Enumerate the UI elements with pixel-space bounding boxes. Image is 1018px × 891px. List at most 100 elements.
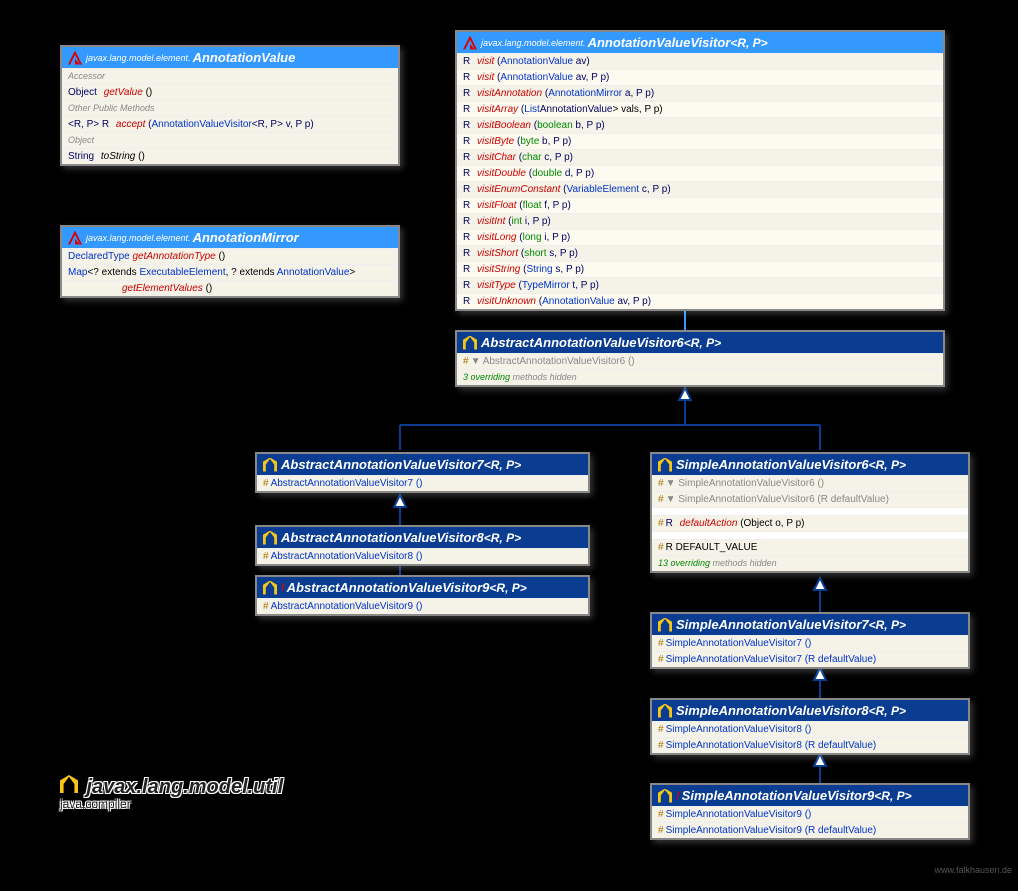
- ctor2: #▼ SimpleAnnotationValueVisitor6 (R defa…: [652, 491, 968, 507]
- method-visit: R visit (AnnotationValue av, P p): [457, 69, 943, 85]
- method-visitunknown: R visitUnknown (AnnotationValue av, P p): [457, 293, 943, 309]
- generic-params: <R, P>: [869, 704, 906, 718]
- method-getvalue: Object getValue (): [62, 84, 398, 100]
- generic-params: <R, P>: [869, 458, 906, 472]
- class-icon: [658, 618, 672, 632]
- method-visitbyte: R visitByte (byte b, P p): [457, 133, 943, 149]
- class-name: AnnotationMirror: [193, 230, 299, 245]
- ctor: #▼ AbstractAnnotationValueVisitor6 (): [457, 353, 943, 369]
- method-visitenumconstant: R visitEnumConstant (VariableElement c, …: [457, 181, 943, 197]
- new-marker: !: [281, 582, 285, 594]
- header: AbstractAnnotationValueVisitor7 <R, P>: [257, 454, 588, 475]
- header: javax.lang.model.element. AnnotationValu…: [457, 32, 943, 53]
- package-title: javax.lang.model.util java.compiler: [60, 775, 283, 811]
- method-getelementvalues: Map<? extends ExecutableElement, ? exten…: [62, 264, 398, 280]
- class-icon: [463, 336, 477, 350]
- class-aavv8: AbstractAnnotationValueVisitor8 <R, P> #…: [255, 525, 590, 566]
- ctor2: #SimpleAnnotationValueVisitor8 (R defaul…: [652, 737, 968, 753]
- spacer: [652, 531, 968, 539]
- ctor: #AbstractAnnotationValueVisitor9 (): [257, 598, 588, 614]
- ctor1: #SimpleAnnotationValueVisitor9 (): [652, 806, 968, 822]
- section-accessor: Accessor: [62, 68, 398, 84]
- header: SimpleAnnotationValueVisitor6 <R, P>: [652, 454, 968, 475]
- class-aavv9: ! AbstractAnnotationValueVisitor9 <R, P>…: [255, 575, 590, 616]
- class-name: SimpleAnnotationValueVisitor6: [676, 457, 869, 472]
- section-object: Object: [62, 132, 398, 148]
- method-accept: <R, P> R accept (AnnotationValueVisitor<…: [62, 116, 398, 132]
- class-name: AbstractAnnotationValueVisitor8: [281, 530, 484, 545]
- method-visitboolean: R visitBoolean (boolean b, P p): [457, 117, 943, 133]
- header: SimpleAnnotationValueVisitor8 <R, P>: [652, 700, 968, 721]
- header: javax.lang.model.element. AnnotationMirr…: [62, 227, 398, 248]
- header: ! AbstractAnnotationValueVisitor9 <R, P>: [257, 577, 588, 598]
- class-name: AnnotationValueVisitor: [588, 35, 731, 50]
- header: AbstractAnnotationValueVisitor8 <R, P>: [257, 527, 588, 548]
- interface-annotationvaluevisitor: javax.lang.model.element. AnnotationValu…: [455, 30, 945, 311]
- module-name: java.compiler: [60, 797, 283, 811]
- class-name: AbstractAnnotationValueVisitor7: [281, 457, 484, 472]
- ctor: #AbstractAnnotationValueVisitor8 (): [257, 548, 588, 564]
- method-visitlong: R visitLong (long i, P p): [457, 229, 943, 245]
- class-icon: [60, 775, 78, 793]
- class-name: AnnotationValue: [193, 50, 296, 65]
- method-visitfloat: R visitFloat (float f, P p): [457, 197, 943, 213]
- class-icon: [658, 704, 672, 718]
- ctor1: #SimpleAnnotationValueVisitor7 (): [652, 635, 968, 651]
- package-name: javax.lang.model.element.: [86, 233, 191, 243]
- class-icon: [263, 581, 277, 595]
- generic-params: <R, P>: [484, 458, 521, 472]
- interface-annotationvalue: javax.lang.model.element. AnnotationValu…: [60, 45, 400, 166]
- class-icon: [263, 531, 277, 545]
- class-icon: [658, 458, 672, 472]
- package-name: javax.lang.model.element.: [86, 53, 191, 63]
- header: ! SimpleAnnotationValueVisitor9 <R, P>: [652, 785, 968, 806]
- spacer: [652, 507, 968, 515]
- class-name: AbstractAnnotationValueVisitor9: [287, 580, 490, 595]
- generic-params: <R, P>: [484, 531, 521, 545]
- generic-params: <R, P>: [730, 36, 767, 50]
- class-savv7: SimpleAnnotationValueVisitor7 <R, P> #Si…: [650, 612, 970, 669]
- ctor: #AbstractAnnotationValueVisitor7 (): [257, 475, 588, 491]
- interface-annotationmirror: javax.lang.model.element. AnnotationMirr…: [60, 225, 400, 298]
- generic-params: <R, P>: [874, 789, 911, 803]
- method-visitstring: R visitString (String s, P p): [457, 261, 943, 277]
- note: 3 overriding methods hidden: [457, 369, 943, 385]
- field-defaultvalue: #R DEFAULT_VALUE: [652, 539, 968, 555]
- method-visitdouble: R visitDouble (double d, P p): [457, 165, 943, 181]
- header: AbstractAnnotationValueVisitor6 <R, P>: [457, 332, 943, 353]
- class-savv6: SimpleAnnotationValueVisitor6 <R, P> #▼ …: [650, 452, 970, 573]
- class-aavv6: AbstractAnnotationValueVisitor6 <R, P> #…: [455, 330, 945, 387]
- class-name: SimpleAnnotationValueVisitor7: [676, 617, 869, 632]
- note: 13 overriding methods hidden: [652, 555, 968, 571]
- interface-icon: [463, 36, 477, 50]
- method-defaultaction: #R defaultAction (Object o, P p): [652, 515, 968, 531]
- class-aavv7: AbstractAnnotationValueVisitor7 <R, P> #…: [255, 452, 590, 493]
- ctor2: #SimpleAnnotationValueVisitor7 (R defaul…: [652, 651, 968, 667]
- generic-params: <R, P>: [869, 618, 906, 632]
- class-name: SimpleAnnotationValueVisitor8: [676, 703, 869, 718]
- generic-params: <R, P>: [684, 336, 721, 350]
- attribution: www.falkhausen.de: [934, 865, 1012, 875]
- method-visitshort: R visitShort (short s, P p): [457, 245, 943, 261]
- section-other: Other Public Methods: [62, 100, 398, 116]
- method-getelementvalues-name: getElementValues (): [62, 280, 398, 296]
- header: javax.lang.model.element. AnnotationValu…: [62, 47, 398, 68]
- ctor1: #▼ SimpleAnnotationValueVisitor6 (): [652, 475, 968, 491]
- class-icon: [263, 458, 277, 472]
- method-visitchar: R visitChar (char c, P p): [457, 149, 943, 165]
- method-getannotationtype: DeclaredType getAnnotationType (): [62, 248, 398, 264]
- method-visit: R visit (AnnotationValue av): [457, 53, 943, 69]
- method-visitarray: R visitArray (ListAnnotationValue> vals,…: [457, 101, 943, 117]
- generic-params: <R, P>: [489, 581, 526, 595]
- ctor2: #SimpleAnnotationValueVisitor9 (R defaul…: [652, 822, 968, 838]
- method-visitannotation: R visitAnnotation (AnnotationMirror a, P…: [457, 85, 943, 101]
- class-savv9: ! SimpleAnnotationValueVisitor9 <R, P> #…: [650, 783, 970, 840]
- class-name: SimpleAnnotationValueVisitor9: [682, 788, 875, 803]
- package-name: javax.lang.model.util: [86, 776, 283, 798]
- method-visitint: R visitInt (int i, P p): [457, 213, 943, 229]
- interface-icon: [68, 231, 82, 245]
- method-tostring: String toString (): [62, 148, 398, 164]
- header: SimpleAnnotationValueVisitor7 <R, P>: [652, 614, 968, 635]
- package-name: javax.lang.model.element.: [481, 38, 586, 48]
- ctor1: #SimpleAnnotationValueVisitor8 (): [652, 721, 968, 737]
